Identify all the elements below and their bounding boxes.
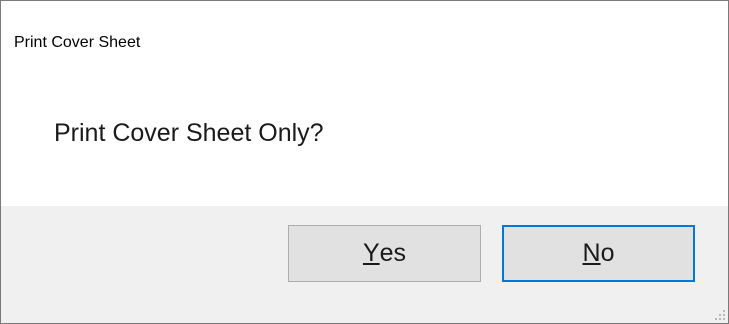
dialog-content: Print Cover Sheet Only?	[1, 65, 728, 206]
yes-button-mnemonic: Y	[362, 239, 380, 267]
dialog-message: Print Cover Sheet Only?	[54, 119, 324, 147]
no-button-label-rest: o	[600, 239, 615, 267]
yes-button[interactable]: Yes	[288, 225, 481, 282]
title-bar[interactable]: Print Cover Sheet	[1, 1, 728, 65]
message-dialog: Print Cover Sheet Print Cover Sheet Only…	[0, 0, 729, 324]
window-title: Print Cover Sheet	[14, 34, 141, 51]
resize-grip-icon[interactable]	[713, 308, 725, 320]
yes-button-label-rest: es	[379, 239, 407, 267]
no-button[interactable]: No	[502, 225, 695, 282]
no-button-mnemonic: N	[582, 239, 601, 267]
